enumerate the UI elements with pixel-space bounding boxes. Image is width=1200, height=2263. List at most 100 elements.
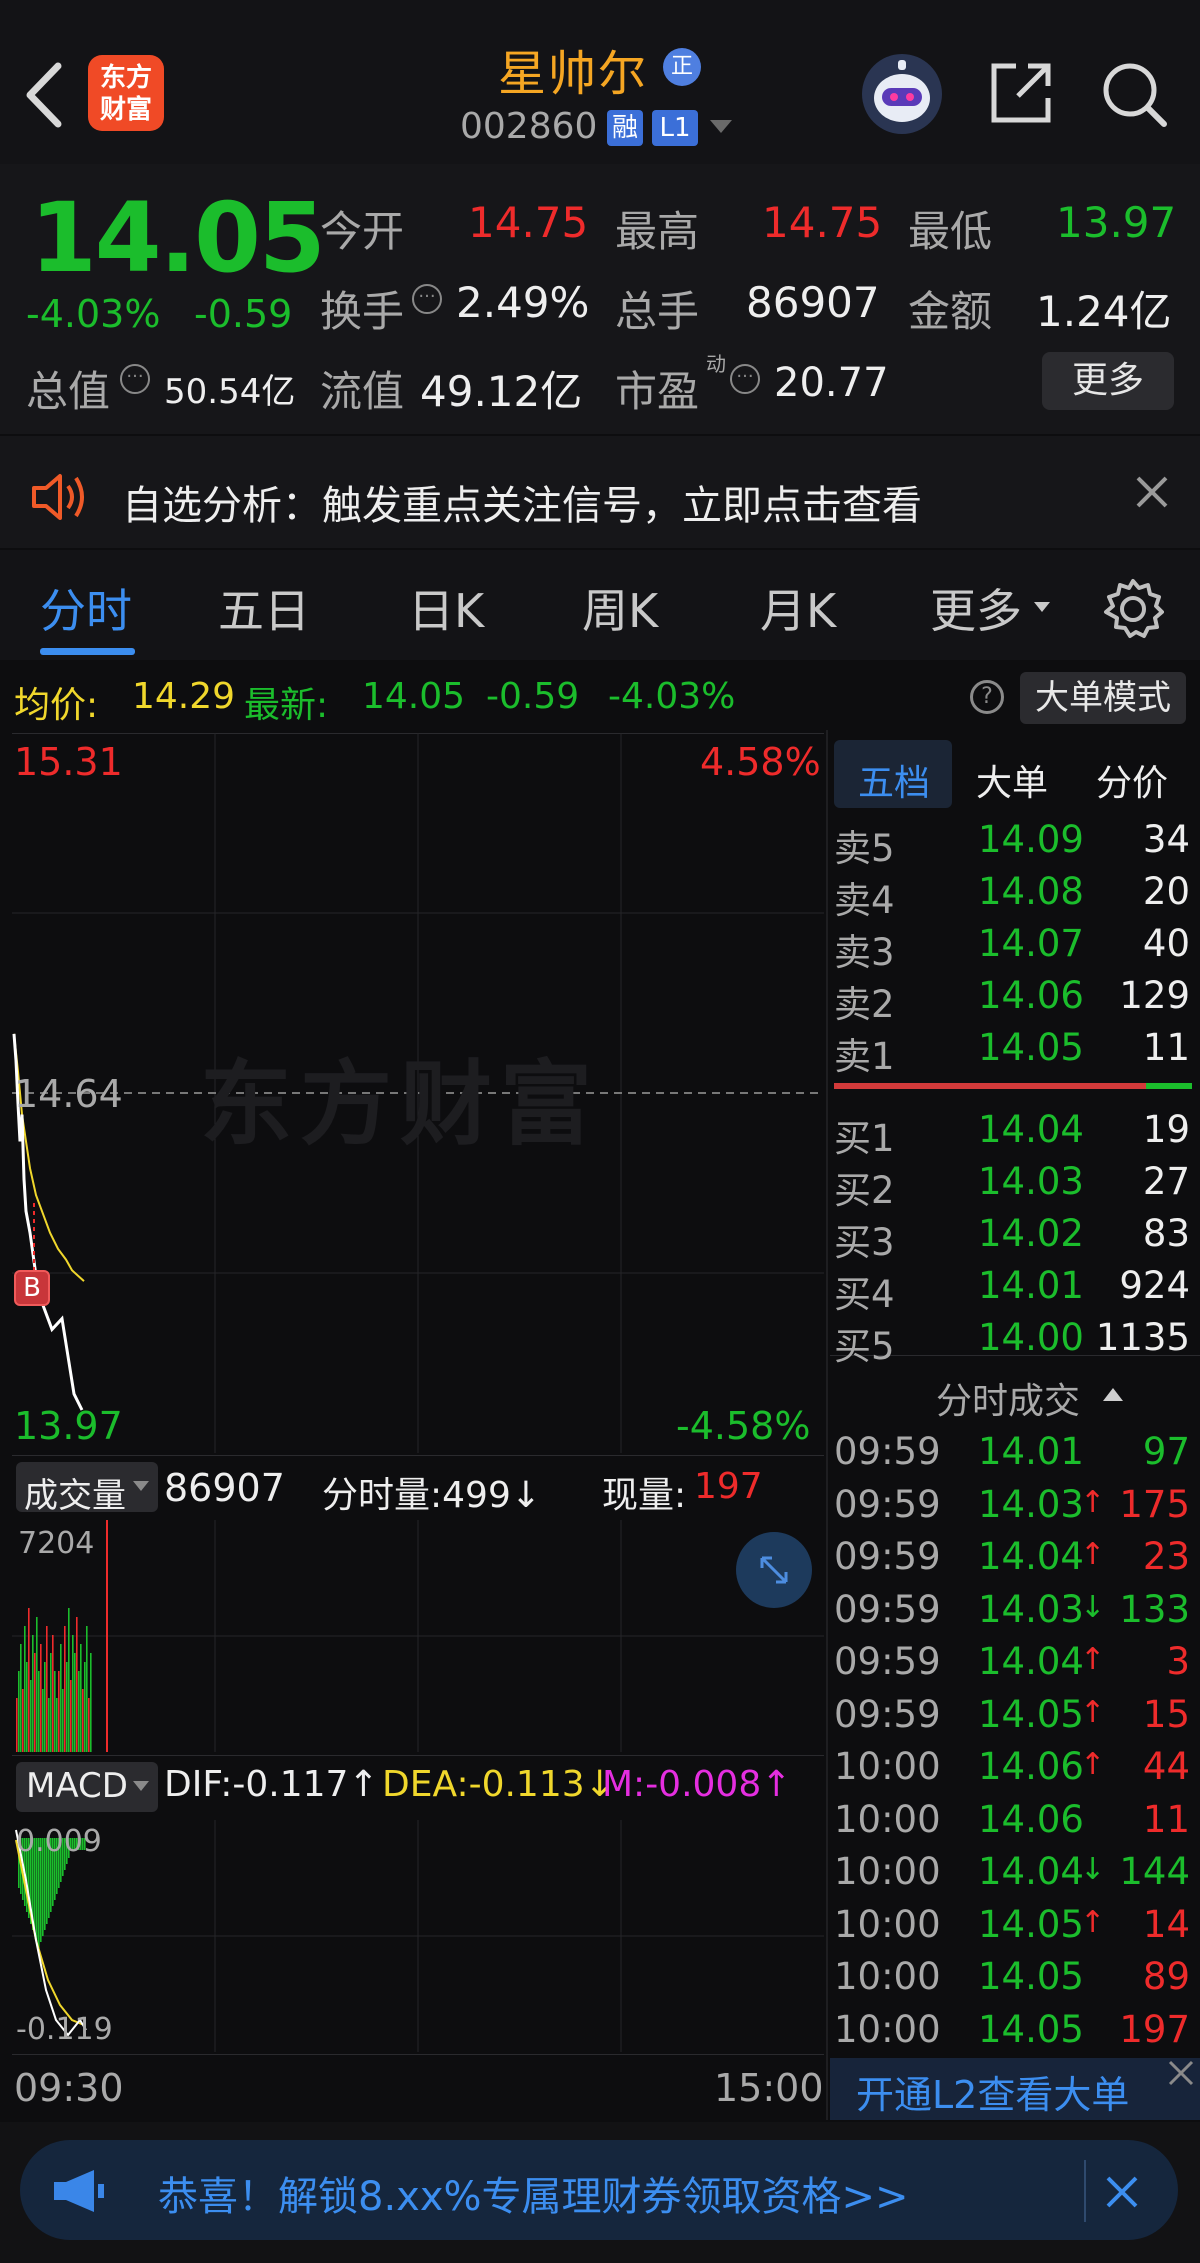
tab-big-orders[interactable]: 大单 [976,754,1048,806]
field-label-high: 最高 [615,207,700,256]
y-mid-label: 14.64 [14,1072,123,1116]
tick-arrow: ↑ [1080,1694,1106,1730]
robot-icon[interactable] [860,52,944,136]
macd-label[interactable]: MACD [26,1766,128,1806]
stock-code: 002860 [460,106,598,147]
volume-bar [34,1653,36,1752]
volume-bar [46,1626,48,1752]
back-icon[interactable] [22,60,66,130]
bid-label: 买1 [834,1117,895,1160]
help-icon[interactable]: ? [970,680,1004,714]
tab-5day[interactable]: 五日 [218,575,310,641]
tab-daily-k[interactable]: 日K [408,575,484,641]
volume-bar [36,1617,38,1752]
search-icon[interactable] [1100,60,1170,130]
volume-bar [16,1698,18,1752]
y-max-label: 15.31 [14,740,123,784]
bid-volume: 1135 [1095,1316,1190,1359]
bid-price: 14.03 [978,1160,1084,1203]
volume-bar [48,1698,50,1752]
tick-volume: 23 [1142,1535,1190,1578]
close-icon[interactable] [1134,474,1170,510]
promo-text[interactable]: 恭喜！解锁8.xx%专属理财券领取资格>> [158,2164,909,2222]
volume-bar [88,1698,90,1752]
tick-price: 14.01 [978,1430,1084,1473]
tick-time: 10:00 [834,2007,941,2051]
gear-icon[interactable] [1102,578,1164,640]
ask-volume: 20 [1142,870,1190,913]
volume-bar [32,1635,34,1752]
volume-bar [80,1644,82,1752]
tick-volume: 3 [1166,1640,1190,1683]
info-icon[interactable]: ··· [120,364,150,394]
volume-bar [68,1608,70,1752]
avg-value: 14.29 [132,676,236,717]
tick-volume: 175 [1119,1482,1190,1526]
volume-bar [20,1644,22,1752]
bid-price: 14.00 [978,1316,1084,1359]
tick-arrow: ↑ [1080,1484,1106,1520]
pe-dynamic-sup: 动 [706,352,726,376]
tab-five-levels[interactable]: 五档 [858,754,930,806]
more-button[interactable]: 更多 [1042,352,1174,410]
macd-m: M:-0.008↑ [602,1764,792,1805]
latest-value: 14.05 [362,676,466,717]
volume-bar [60,1644,62,1752]
close-icon[interactable] [1166,2058,1196,2088]
bid-volume: 83 [1142,1212,1190,1255]
tab-more[interactable]: 更多 [930,575,1022,641]
current-volume-value: 197 [694,1466,763,1507]
expand-icon [760,1556,788,1584]
divider [12,1455,824,1456]
tab-intraday[interactable]: 分时 [40,575,132,641]
tab-weekly-k[interactable]: 周K [582,575,658,641]
ask-label: 卖2 [834,983,895,1026]
volume-bar [82,1689,84,1752]
info-icon[interactable]: ··· [730,364,760,394]
tick-time: 10:00 [834,1902,941,1946]
info-icon[interactable]: ··· [412,284,442,314]
big-order-mode-button[interactable]: 大单模式 [1020,672,1186,724]
tick-volume: 14 [1142,1902,1190,1946]
buy-marker[interactable]: B [14,1270,50,1306]
divider [12,1755,824,1756]
volume-chart[interactable] [12,1520,824,1752]
margin-tag: 融 [607,110,643,146]
last-price: 14.05 [30,182,326,294]
expand-button[interactable] [736,1532,812,1608]
volume-bar [24,1626,26,1752]
tab-monthly-k[interactable]: 月K [760,575,836,641]
macd-chart[interactable] [12,1820,824,2052]
volume-max-label: 7204 [18,1526,95,1561]
ask-price: 14.09 [978,818,1084,861]
minute-volume: 分时量:499↓ [322,1475,542,1516]
tick-time: 10:00 [834,1850,941,1893]
change-pct: -4.03% [26,292,161,336]
latest-pct: -4.03% [608,676,736,717]
share-icon[interactable] [988,60,1054,126]
volume-label[interactable]: 成交量 [24,1468,126,1517]
close-icon[interactable] [1104,2174,1140,2210]
volume-bar [78,1671,80,1752]
ask-label: 卖1 [834,1035,895,1078]
volume-bar [86,1626,88,1752]
tick-volume: 89 [1142,1955,1190,1998]
volume-bar [56,1698,58,1752]
tab-price-distribution[interactable]: 分价 [1096,754,1168,806]
dropdown-icon[interactable] [708,118,734,136]
macd-top-label: 0.009 [16,1824,102,1859]
tick-time: 09:59 [834,1482,941,1526]
current-volume-label: 现量: [602,1475,687,1516]
total-value: 50.54亿 [164,372,296,412]
tick-arrow: ↓ [1080,1589,1106,1625]
bid-volume: 19 [1142,1108,1190,1151]
l2-link[interactable]: 开通L2查看大单 [856,2064,1129,2119]
volume-bar [64,1626,66,1752]
ask-price: 14.07 [978,922,1084,965]
volume-bar [106,1520,108,1752]
volume-total: 86907 [164,1466,285,1510]
logo-line1: 东方 [99,63,152,93]
ticks-title[interactable]: 分时成交 [936,1372,1080,1424]
banner-text[interactable]: 自选分析：触发重点关注信号，立即点击查看 [122,473,922,531]
divider [1084,2160,1086,2222]
